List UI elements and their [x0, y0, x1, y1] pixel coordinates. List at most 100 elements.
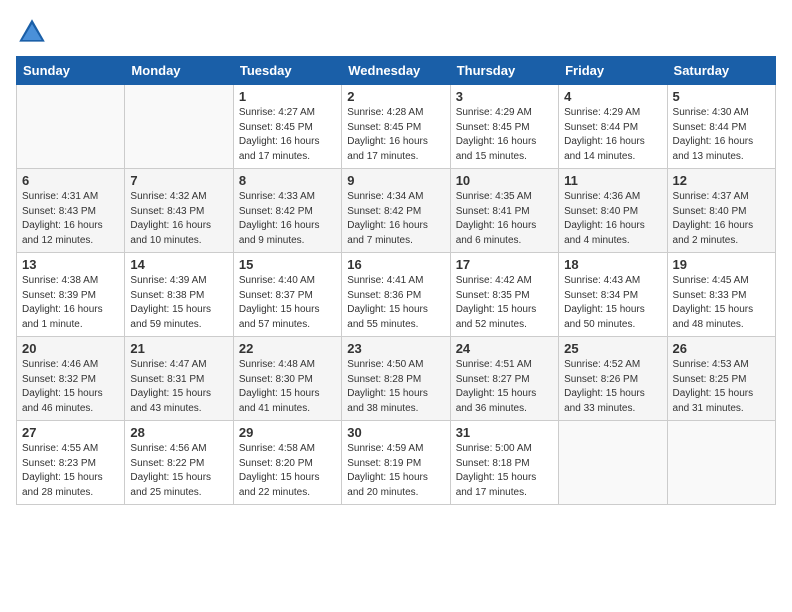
day-number: 9 — [347, 173, 444, 188]
day-number: 1 — [239, 89, 336, 104]
day-number: 10 — [456, 173, 553, 188]
calendar-cell: 6Sunrise: 4:31 AM Sunset: 8:43 PM Daylig… — [17, 169, 125, 253]
weekday-header: Wednesday — [342, 57, 450, 85]
day-info: Sunrise: 4:29 AM Sunset: 8:44 PM Dayligh… — [564, 106, 661, 164]
calendar-week-row: 20 Sunrise: 4:46 AM Sunset: 8:32 PM Dayli… — [17, 337, 776, 421]
day-info: Sunrise: 4:58 AM Sunset: 8:20 PM Dayligh… — [239, 442, 336, 500]
day-number: 5 — [673, 89, 770, 104]
calendar-cell: 8 Sunrise: 4:33 AM Sunset: 8:42 PM Daylig… — [233, 169, 341, 253]
day-number: 8 — [239, 173, 336, 188]
day-info: Sunrise: 4:40 AM Sunset: 8:37 PM Dayligh… — [239, 274, 336, 332]
calendar-cell: 28 Sunrise: 4:56 AM Sunset: 8:22 PM Dayli… — [125, 421, 233, 505]
calendar-cell: 26 Sunrise: 4:53 AM Sunset: 8:25 PM Dayli… — [667, 337, 775, 421]
calendar-cell: 9Sunrise: 4:34 AM Sunset: 8:42 PM Daylig… — [342, 169, 450, 253]
weekday-header: Thursday — [450, 57, 558, 85]
weekday-header: Saturday — [667, 57, 775, 85]
day-number: 28 — [130, 425, 227, 440]
day-info: Sunrise: 4:35 AM Sunset: 8:41 PM Dayligh… — [456, 190, 553, 248]
day-number: 27 — [22, 425, 119, 440]
weekday-header-row: SundayMondayTuesdayWednesdayThursdayFrid… — [17, 57, 776, 85]
day-info: Sunrise: 4:59 AM Sunset: 8:19 PM Dayligh… — [347, 442, 444, 500]
calendar-cell: 19 Sunrise: 4:45 AM Sunset: 8:33 PM Dayli… — [667, 253, 775, 337]
calendar-cell: 7 Sunrise: 4:32 AM Sunset: 8:43 PM Daylig… — [125, 169, 233, 253]
day-info: Sunrise: 4:53 AM Sunset: 8:25 PM Dayligh… — [673, 358, 770, 416]
day-number: 26 — [673, 341, 770, 356]
day-info: Sunrise: 4:29 AM Sunset: 8:45 PM Dayligh… — [456, 106, 553, 164]
day-info: Sunrise: 4:48 AM Sunset: 8:30 PM Dayligh… — [239, 358, 336, 416]
day-info: Sunrise: 4:32 AM Sunset: 8:43 PM Dayligh… — [130, 190, 227, 248]
calendar-week-row: 13Sunrise: 4:38 AM Sunset: 8:39 PM Dayli… — [17, 253, 776, 337]
day-number: 20 — [22, 341, 119, 356]
day-number: 18 — [564, 257, 661, 272]
day-info: Sunrise: 4:33 AM Sunset: 8:42 PM Dayligh… — [239, 190, 336, 248]
day-info: Sunrise: 5:00 AM Sunset: 8:18 PM Dayligh… — [456, 442, 553, 500]
page-header — [16, 16, 776, 48]
calendar-cell: 10 Sunrise: 4:35 AM Sunset: 8:41 PM Dayli… — [450, 169, 558, 253]
day-info: Sunrise: 4:38 AM Sunset: 8:39 PM Dayligh… — [22, 274, 119, 332]
calendar-cell: 4Sunrise: 4:29 AM Sunset: 8:44 PM Daylig… — [559, 85, 667, 169]
day-info: Sunrise: 4:30 AM Sunset: 8:44 PM Dayligh… — [673, 106, 770, 164]
day-info: Sunrise: 4:46 AM Sunset: 8:32 PM Dayligh… — [22, 358, 119, 416]
day-number: 16 — [347, 257, 444, 272]
calendar-cell: 1 Sunrise: 4:27 AM Sunset: 8:45 PM Daylig… — [233, 85, 341, 169]
day-number: 12 — [673, 173, 770, 188]
day-number: 14 — [130, 257, 227, 272]
calendar-week-row: 27 Sunrise: 4:55 AM Sunset: 8:23 PM Dayli… — [17, 421, 776, 505]
calendar-cell: 23 Sunrise: 4:50 AM Sunset: 8:28 PM Dayli… — [342, 337, 450, 421]
day-number: 19 — [673, 257, 770, 272]
day-number: 31 — [456, 425, 553, 440]
calendar-cell: 21 Sunrise: 4:47 AM Sunset: 8:31 PM Dayli… — [125, 337, 233, 421]
calendar-cell: 16Sunrise: 4:41 AM Sunset: 8:36 PM Dayli… — [342, 253, 450, 337]
day-number: 2 — [347, 89, 444, 104]
day-number: 29 — [239, 425, 336, 440]
calendar-cell: 27 Sunrise: 4:55 AM Sunset: 8:23 PM Dayli… — [17, 421, 125, 505]
logo — [16, 16, 52, 48]
calendar-cell: 30Sunrise: 4:59 AM Sunset: 8:19 PM Dayli… — [342, 421, 450, 505]
weekday-header: Sunday — [17, 57, 125, 85]
day-info: Sunrise: 4:51 AM Sunset: 8:27 PM Dayligh… — [456, 358, 553, 416]
calendar-cell: 11Sunrise: 4:36 AM Sunset: 8:40 PM Dayli… — [559, 169, 667, 253]
calendar-cell: 3Sunrise: 4:29 AM Sunset: 8:45 PM Daylig… — [450, 85, 558, 169]
calendar-cell: 15 Sunrise: 4:40 AM Sunset: 8:37 PM Dayli… — [233, 253, 341, 337]
day-number: 15 — [239, 257, 336, 272]
calendar-cell: 13Sunrise: 4:38 AM Sunset: 8:39 PM Dayli… — [17, 253, 125, 337]
day-info: Sunrise: 4:47 AM Sunset: 8:31 PM Dayligh… — [130, 358, 227, 416]
day-info: Sunrise: 4:56 AM Sunset: 8:22 PM Dayligh… — [130, 442, 227, 500]
calendar-cell: 2Sunrise: 4:28 AM Sunset: 8:45 PM Daylig… — [342, 85, 450, 169]
day-info: Sunrise: 4:31 AM Sunset: 8:43 PM Dayligh… — [22, 190, 119, 248]
day-info: Sunrise: 4:27 AM Sunset: 8:45 PM Dayligh… — [239, 106, 336, 164]
day-number: 22 — [239, 341, 336, 356]
calendar-cell: 12 Sunrise: 4:37 AM Sunset: 8:40 PM Dayli… — [667, 169, 775, 253]
logo-icon — [16, 16, 48, 48]
calendar-cell — [125, 85, 233, 169]
calendar-cell: 29 Sunrise: 4:58 AM Sunset: 8:20 PM Dayli… — [233, 421, 341, 505]
day-number: 11 — [564, 173, 661, 188]
calendar-table: SundayMondayTuesdayWednesdayThursdayFrid… — [16, 56, 776, 505]
day-info: Sunrise: 4:52 AM Sunset: 8:26 PM Dayligh… — [564, 358, 661, 416]
day-info: Sunrise: 4:50 AM Sunset: 8:28 PM Dayligh… — [347, 358, 444, 416]
calendar-cell: 24Sunrise: 4:51 AM Sunset: 8:27 PM Dayli… — [450, 337, 558, 421]
calendar-cell: 20 Sunrise: 4:46 AM Sunset: 8:32 PM Dayli… — [17, 337, 125, 421]
day-number: 23 — [347, 341, 444, 356]
day-info: Sunrise: 4:39 AM Sunset: 8:38 PM Dayligh… — [130, 274, 227, 332]
day-info: Sunrise: 4:43 AM Sunset: 8:34 PM Dayligh… — [564, 274, 661, 332]
weekday-header: Friday — [559, 57, 667, 85]
day-info: Sunrise: 4:45 AM Sunset: 8:33 PM Dayligh… — [673, 274, 770, 332]
calendar-cell — [667, 421, 775, 505]
calendar-cell — [17, 85, 125, 169]
day-number: 21 — [130, 341, 227, 356]
calendar-cell: 18 Sunrise: 4:43 AM Sunset: 8:34 PM Dayli… — [559, 253, 667, 337]
day-info: Sunrise: 4:55 AM Sunset: 8:23 PM Dayligh… — [22, 442, 119, 500]
day-info: Sunrise: 4:37 AM Sunset: 8:40 PM Dayligh… — [673, 190, 770, 248]
calendar-week-row: 6Sunrise: 4:31 AM Sunset: 8:43 PM Daylig… — [17, 169, 776, 253]
day-number: 7 — [130, 173, 227, 188]
calendar-cell: 14 Sunrise: 4:39 AM Sunset: 8:38 PM Dayli… — [125, 253, 233, 337]
calendar-week-row: 1 Sunrise: 4:27 AM Sunset: 8:45 PM Daylig… — [17, 85, 776, 169]
calendar-cell: 31 Sunrise: 5:00 AM Sunset: 8:18 PM Dayli… — [450, 421, 558, 505]
calendar-cell: 22 Sunrise: 4:48 AM Sunset: 8:30 PM Dayli… — [233, 337, 341, 421]
day-number: 17 — [456, 257, 553, 272]
calendar-cell: 25 Sunrise: 4:52 AM Sunset: 8:26 PM Dayli… — [559, 337, 667, 421]
calendar-cell — [559, 421, 667, 505]
weekday-header: Monday — [125, 57, 233, 85]
day-number: 25 — [564, 341, 661, 356]
